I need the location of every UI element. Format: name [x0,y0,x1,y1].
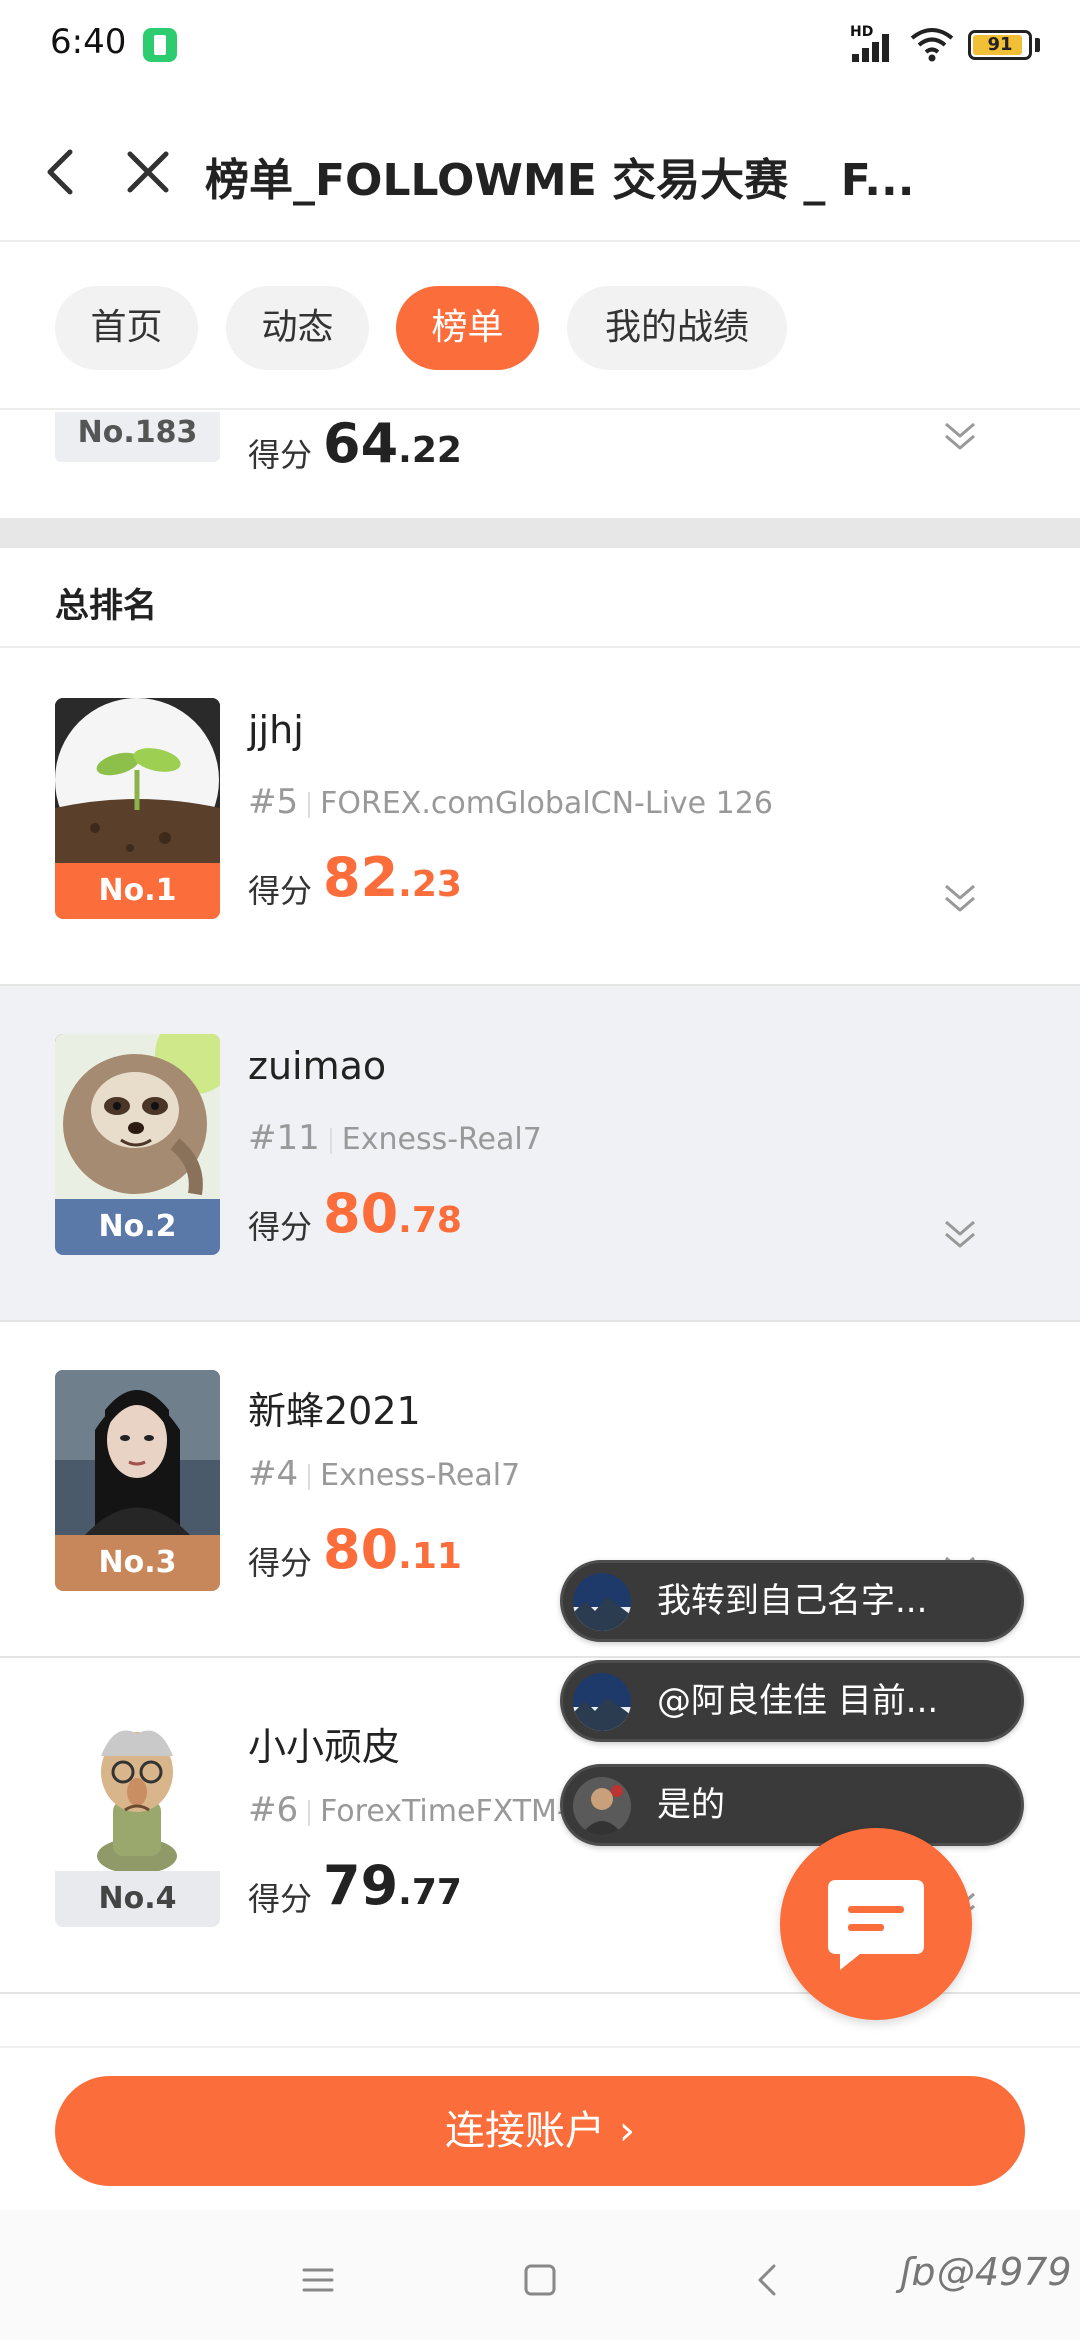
tab-my-record[interactable]: 我的战绩 [567,286,787,370]
tab-bar: 首页 动态 榜单 我的战绩 [0,244,1080,410]
avatar [55,1370,220,1535]
chat-icon [828,1880,924,1970]
user-meta: #5 FOREX.comGlobalCN-Live 126 [248,782,773,822]
score-integer: 79 [323,1854,399,1917]
home-icon[interactable] [510,2250,570,2310]
rank-badge: No.3 [55,1535,220,1591]
score-decimal: .78 [398,1200,462,1241]
battery-icon: 91 [968,30,1032,60]
app-notification-icon [143,28,177,62]
score-label: 得分 [248,436,313,474]
score-value: 82.23 [323,846,462,909]
meta-divider [329,1127,332,1154]
back-icon[interactable] [738,2250,798,2310]
wifi-icon [910,28,954,62]
user-name: 小小顽皮 [248,1725,401,1769]
battery-level: 91 [987,34,1013,55]
score-value: 79.77 [323,1854,462,1917]
chat-avatar [573,1573,631,1631]
user-meta: #4 Exness-Real7 [248,1454,520,1494]
chat-message: 是的 [657,1785,725,1825]
chevron-down-icon[interactable] [940,878,980,918]
chat-avatar [573,1673,631,1731]
battery-cap [1035,38,1040,52]
avatar [55,698,220,863]
server-name: Exness-Real7 [320,1458,521,1493]
rank-badge: No.2 [55,1199,220,1255]
back-arrow-icon[interactable] [30,140,90,204]
user-name: jjhj [248,708,304,752]
my-score: 64.22 [323,412,462,475]
menu-icon[interactable] [288,2250,348,2310]
watermark: ʃɒ@4979 [900,2250,1072,2294]
server-name: FOREX.comGlobalCN-Live 126 [320,786,773,821]
tab-leaderboard[interactable]: 榜单 [396,286,539,370]
rank-badge: No.4 [55,1871,220,1927]
score-label: 得分 [248,1880,313,1918]
rank-number: #6 [248,1790,299,1830]
meta-divider [308,791,311,818]
page-title: 榜单_FOLLOWME 交易大赛 _ F... [205,155,915,206]
chat-message: @阿良佳佳 目前... [657,1681,939,1721]
chevron-down-icon[interactable] [940,416,980,456]
bottom-action-bar: 连接账户 › [0,2046,1080,2210]
my-rank-badge: No.183 [55,412,220,462]
score-label: 得分 [248,1208,313,1246]
section-title: 总排名 [55,586,157,626]
rank-number: #4 [248,1454,299,1494]
score-label: 得分 [248,1544,313,1582]
score-decimal: .77 [398,1872,462,1913]
chat-bubble[interactable]: @阿良佳佳 目前... [560,1660,1024,1742]
chat-button[interactable] [780,1828,972,2020]
section-header: 总排名 [0,548,1080,648]
server-name: Exness-Real7 [341,1122,542,1157]
section-divider [0,518,1080,548]
meta-divider [308,1463,311,1490]
score-integer: 80 [323,1182,399,1245]
rank-number: #11 [248,1118,320,1158]
score-decimal: .22 [398,430,462,471]
user-name: zuimao [248,1044,387,1088]
score-value: 80.11 [323,1518,462,1581]
chat-bubble[interactable]: 我转到自己名字... [560,1560,1024,1642]
rank-badge: No.1 [55,863,220,919]
score-integer: 82 [323,846,399,909]
signal-icon [852,34,896,62]
chat-message: 我转到自己名字... [657,1581,928,1621]
avatar [55,1034,220,1199]
close-icon[interactable] [118,140,178,204]
status-bar: 6:40 HD 91 [0,0,1080,90]
score-decimal: .11 [398,1536,462,1577]
chevron-right-icon: › [619,2108,635,2154]
chat-avatar [573,1777,631,1835]
connect-account-button[interactable]: 连接账户 › [55,2076,1025,2186]
avatar [55,1706,220,1871]
score-integer: 80 [323,1518,399,1581]
tab-activity[interactable]: 动态 [226,286,369,370]
rank-number: #5 [248,782,299,822]
connect-account-label: 连接账户 [445,2108,605,2154]
chevron-down-icon[interactable] [940,1214,980,1254]
status-time: 6:40 [50,22,127,62]
ranking-row[interactable]: No.1 jjhj #5 FOREX.comGlobalCN-Live 126 得… [0,650,1080,986]
score-label: 得分 [248,872,313,910]
user-meta: #11 Exness-Real7 [248,1118,542,1158]
tab-home[interactable]: 首页 [55,286,198,370]
score-integer: 64 [323,412,399,475]
meta-divider [308,1799,311,1826]
header-bar: 榜单_FOLLOWME 交易大赛 _ F... [0,110,1080,242]
ranking-row[interactable]: No.2 zuimao #11 Exness-Real7 得分 80.78 [0,986,1080,1322]
my-rank-row[interactable]: No.183 得分 64.22 [0,412,1080,518]
score-decimal: .23 [398,864,462,905]
score-value: 80.78 [323,1182,462,1245]
user-name: 新蜂2021 [248,1389,421,1433]
